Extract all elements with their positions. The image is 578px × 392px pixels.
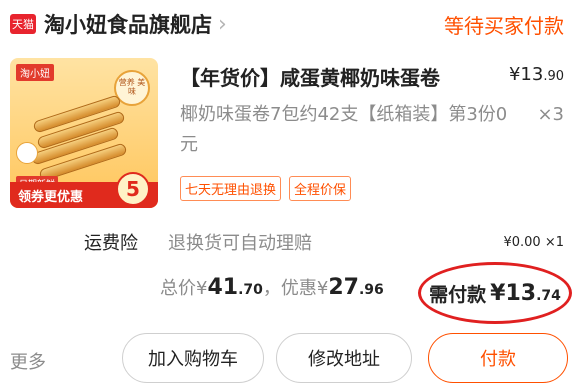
thumbnail-flavor-badge	[16, 142, 38, 164]
total-cents: .70	[238, 282, 263, 298]
amount-due-cents: .74	[536, 287, 561, 304]
product-price-cents: .90	[543, 69, 564, 84]
amount-due-yuan: 13	[505, 280, 537, 306]
total-label: 总价	[160, 278, 196, 299]
product-sku: 椰奶味蛋卷7包约42支【纸箱装】第3份0元	[180, 104, 508, 155]
discount-yuan: 27	[328, 275, 359, 300]
tag-price-protection: 全程价保	[289, 176, 352, 201]
discount-cents: .96	[358, 282, 384, 298]
store-name[interactable]: 淘小妞食品旗舰店	[44, 9, 212, 39]
add-to-cart-button[interactable]: 加入购物车	[122, 333, 264, 383]
product-price-yuan: 13	[520, 64, 544, 85]
discount-currency: ¥	[316, 278, 329, 299]
order-totals: 总价 ¥41.70， 优惠 ¥27.96	[160, 274, 384, 310]
tag-seven-day-return: 七天无理由退换	[180, 176, 282, 201]
service-tags: 七天无理由退换 全程价保	[180, 176, 352, 201]
thumbnail-brand: 淘小妞	[16, 64, 54, 81]
amount-due-highlight: 需付款 ¥13.74	[418, 262, 572, 324]
product-title[interactable]: 【年货价】咸蛋黄椰奶味蛋卷	[180, 62, 492, 91]
modify-address-button[interactable]: 修改地址	[276, 333, 412, 383]
insurance-label: 运费险	[84, 233, 138, 254]
total-yuan: 41	[207, 275, 239, 300]
shipping-insurance-row: 运费险 退换货可自动理赔 ¥0.00 ×1	[84, 229, 564, 255]
product-thumbnail[interactable]: 淘小妞 营养 美味 日期新鲜 领券更优惠 5	[10, 58, 158, 208]
insurance-price: ¥0.00 ×1	[503, 234, 564, 250]
order-status: 等待买家付款	[444, 13, 564, 38]
thumbnail-price: 5	[116, 172, 150, 206]
pay-button[interactable]: 付款	[428, 333, 568, 383]
more-link[interactable]: 更多	[10, 348, 46, 374]
discount-label: 优惠	[280, 278, 317, 299]
chevron-right-icon[interactable]: ›	[218, 12, 227, 37]
amount-due-label: 需付款	[429, 283, 487, 306]
egg-roll-illustration	[28, 94, 128, 182]
insurance-description: 退换货可自动理赔	[168, 233, 312, 254]
product-price: ¥13.90	[508, 64, 564, 85]
total-currency: ¥	[196, 278, 208, 299]
totals-separator: ，	[262, 278, 281, 299]
product-quantity: ×3	[537, 104, 564, 125]
amount-due-currency: ¥	[490, 280, 506, 306]
tmall-logo: 天猫	[10, 14, 36, 34]
amount-due: ¥13.74	[490, 281, 561, 306]
store-header[interactable]: 天猫 淘小妞食品旗舰店 ›	[10, 8, 227, 40]
